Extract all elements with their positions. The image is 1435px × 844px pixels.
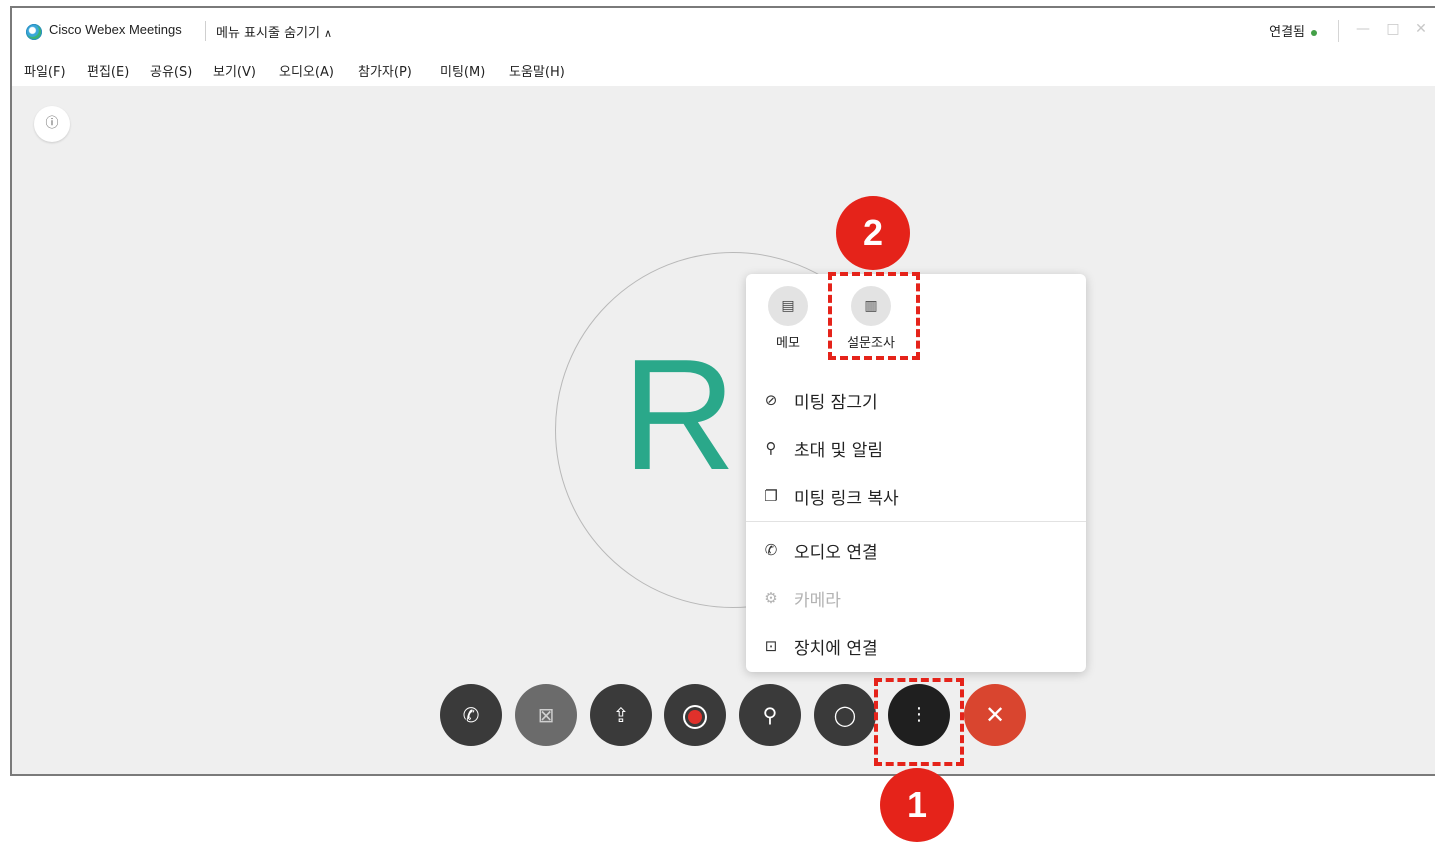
- lock-meeting-icon: ⊘: [764, 391, 778, 409]
- video-off-icon: ⊠: [537, 703, 555, 727]
- chevron-up-icon: ∧: [323, 27, 333, 40]
- step1-highlight-box: [874, 678, 964, 766]
- share-icon: ⇪: [612, 703, 630, 727]
- menu-item-label: 장치에 연결: [794, 638, 878, 659]
- invite-icon: ⚲: [765, 439, 777, 457]
- menu-item-camera: ⚙ 카메라: [746, 574, 1086, 622]
- share-button[interactable]: ⇪: [590, 684, 652, 746]
- menu-edit[interactable]: 편집(E): [87, 61, 129, 80]
- participants-button[interactable]: ⚲: [739, 684, 801, 746]
- menu-item-copy-link[interactable]: ❐ 미팅 링크 복사: [746, 472, 1086, 520]
- record-button[interactable]: [664, 684, 726, 746]
- menu-meeting[interactable]: 미팅(M): [440, 61, 485, 80]
- menu-item-label: 미팅 링크 복사: [794, 488, 899, 509]
- hide-menu-bar-label: 메뉴 표시줄 숨기기: [216, 26, 320, 41]
- notes-icon: ▤: [768, 286, 808, 326]
- gear-icon: ⚙: [764, 589, 778, 607]
- menu-participants[interactable]: 참가자(P): [358, 61, 412, 80]
- hide-menu-bar-toggle[interactable]: 메뉴 표시줄 숨기기 ∧: [216, 22, 332, 41]
- menu-audio[interactable]: 오디오(A): [279, 61, 334, 80]
- video-button[interactable]: ⊠: [515, 684, 577, 746]
- menu-item-connect-audio[interactable]: ✆ 오디오 연결: [746, 526, 1086, 574]
- step2-badge: 2: [836, 196, 910, 270]
- connection-status: 연결됨: [1269, 25, 1305, 40]
- menu-file[interactable]: 파일(F): [24, 61, 66, 80]
- record-icon: [688, 709, 702, 724]
- menu-divider: [746, 521, 1086, 522]
- webex-window: Cisco Webex Meetings 메뉴 표시줄 숨기기 ∧ 연결됨 — □…: [10, 6, 1435, 776]
- cast-icon: ⊡: [764, 637, 778, 655]
- close-window-button[interactable]: ✕: [1411, 18, 1431, 40]
- chat-button[interactable]: ◯: [814, 684, 876, 746]
- title-divider: [205, 21, 206, 41]
- title-divider-right: [1338, 20, 1339, 42]
- meeting-info-button[interactable]: ⓘ: [34, 106, 70, 142]
- info-icon: ⓘ: [45, 116, 59, 131]
- menu-help[interactable]: 도움말(H): [509, 61, 565, 80]
- menu-share[interactable]: 공유(S): [150, 61, 192, 80]
- menu-bar: 파일(F) 편집(E) 공유(S) 보기(V) 오디오(A) 참가자(P) 미팅…: [12, 56, 1435, 86]
- menu-item-label: 미팅 잠그기: [794, 392, 878, 413]
- menu-item-label: 초대 및 알림: [794, 440, 884, 461]
- menu-view[interactable]: 보기(V): [213, 61, 256, 80]
- phone-icon: ✆: [764, 541, 778, 559]
- connection-status-dot-icon: [1311, 30, 1317, 36]
- maximize-button[interactable]: □: [1383, 18, 1403, 40]
- chat-icon: ◯: [833, 703, 857, 727]
- leave-meeting-button[interactable]: ✕: [964, 684, 1026, 746]
- app-title: Cisco Webex Meetings: [49, 22, 182, 37]
- phone-icon: ✆: [462, 703, 480, 727]
- minimize-button[interactable]: —: [1353, 18, 1373, 40]
- copy-icon: ❐: [764, 487, 778, 505]
- menu-item-invite[interactable]: ⚲ 초대 및 알림: [746, 424, 1086, 472]
- audio-button[interactable]: ✆: [440, 684, 502, 746]
- meeting-stage: ⓘ RI ▤ 메모 ▥ 설문조사 ⊘ 미팅 잠그기 ⚲ 초대 및 알림 ❐ 미팅…: [12, 86, 1435, 774]
- menu-item-label: 오디오 연결: [794, 542, 878, 563]
- menu-item-connect-device[interactable]: ⊡ 장치에 연결: [746, 622, 1086, 670]
- webex-logo-icon: [26, 24, 42, 40]
- step1-badge: 1: [880, 768, 954, 842]
- title-bar: Cisco Webex Meetings 메뉴 표시줄 숨기기 ∧ 연결됨 — □…: [12, 8, 1435, 56]
- menu-item-label: 카메라: [794, 590, 841, 611]
- menu-item-lock-meeting[interactable]: ⊘ 미팅 잠그기: [746, 376, 1086, 424]
- participants-icon: ⚲: [762, 703, 778, 727]
- notes-button[interactable]: ▤ 메모: [758, 286, 818, 356]
- close-icon: ✕: [984, 701, 1006, 729]
- notes-label: 메모: [776, 336, 800, 351]
- step2-highlight-box: [828, 272, 920, 360]
